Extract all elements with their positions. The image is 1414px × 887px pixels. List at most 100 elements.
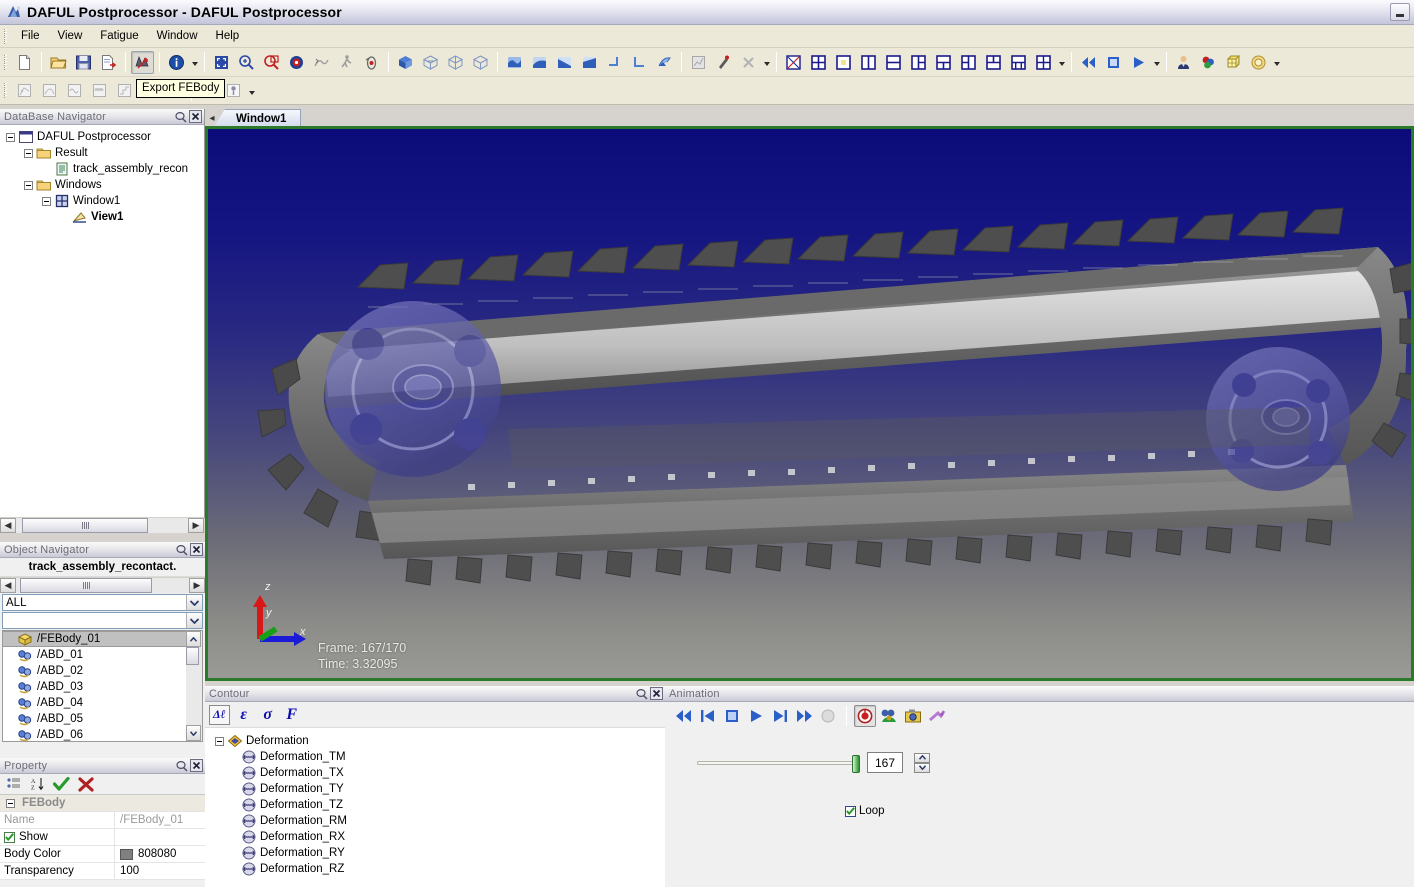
stress-tab[interactable]: σ — [258, 705, 278, 725]
property-group-row[interactable]: FEBody — [0, 795, 205, 812]
chart-marker-icon[interactable] — [222, 79, 245, 102]
deformation-tab[interactable]: Δℓ — [209, 704, 230, 725]
close-button[interactable] — [190, 759, 203, 772]
rotate-center-icon[interactable] — [285, 51, 308, 74]
rewind-to-start-button[interactable] — [673, 705, 695, 727]
restore-window-button[interactable] — [1390, 3, 1410, 21]
view-top-icon[interactable] — [444, 51, 467, 74]
export-febody-icon[interactable] — [131, 50, 154, 74]
object-navigator-hscrollbar[interactable]: ◀ ▶ — [0, 577, 205, 593]
list-item[interactable]: /ABD_06 — [3, 727, 186, 741]
view-left-icon[interactable] — [603, 51, 626, 74]
step-forward-button[interactable] — [769, 705, 791, 727]
tree-node-result[interactable]: Result — [6, 145, 204, 161]
scroll-thumb[interactable] — [22, 518, 148, 533]
capture-movie-button[interactable] — [878, 705, 900, 727]
database-navigator-hscrollbar[interactable]: ◀ ▶ — [0, 517, 204, 533]
orbit-icon[interactable] — [360, 51, 383, 74]
undock-button[interactable] — [635, 687, 648, 700]
view-back-icon[interactable] — [653, 51, 676, 74]
pan-icon[interactable] — [310, 51, 333, 74]
frame-slider-knob[interactable] — [852, 754, 860, 773]
probe-icon[interactable] — [712, 51, 735, 74]
chevron-down-icon[interactable] — [186, 595, 202, 610]
shade-solid-icon[interactable] — [503, 51, 526, 74]
save-disk-icon[interactable] — [72, 51, 95, 74]
menu-window[interactable]: Window — [148, 27, 207, 45]
contour-tree-item[interactable]: Deformation_TM — [215, 749, 665, 765]
frame-slider[interactable] — [697, 754, 860, 773]
layout-2h-icon[interactable] — [882, 51, 905, 74]
erase-icon[interactable] — [737, 51, 760, 74]
chevron-down-icon[interactable] — [1151, 51, 1162, 74]
force-tab[interactable]: F — [282, 705, 302, 725]
undock-button[interactable] — [175, 759, 188, 772]
close-button[interactable] — [650, 687, 663, 700]
undock-button[interactable] — [174, 110, 187, 123]
graph-disabled-icon[interactable] — [687, 51, 710, 74]
open-folder-icon[interactable] — [47, 51, 70, 74]
scroll-thumb[interactable] — [20, 578, 152, 593]
collapse-toggle[interactable] — [24, 148, 33, 158]
step-back-button[interactable] — [697, 705, 719, 727]
scroll-track[interactable] — [186, 647, 202, 725]
zoom-window-icon[interactable] — [260, 51, 283, 74]
layout-3b-icon[interactable] — [982, 51, 1005, 74]
skip-to-end-button[interactable] — [793, 705, 815, 727]
user-icon[interactable] — [1172, 51, 1195, 74]
contour-tree-item[interactable]: Deformation_TY — [215, 781, 665, 797]
plot-icon[interactable] — [782, 51, 805, 74]
stop-button[interactable] — [721, 705, 743, 727]
property-row-transparency[interactable]: Transparency 100 — [0, 862, 205, 880]
contour-tree-root[interactable]: Deformation — [215, 733, 665, 749]
contour-tree-item[interactable]: Deformation_RX — [215, 829, 665, 845]
color-swatch[interactable] — [120, 848, 133, 860]
frame-decrement-button[interactable] — [914, 762, 930, 773]
scroll-down-button[interactable] — [186, 725, 201, 741]
3d-viewport[interactable]: z y x Frame: 167/170 Time: 3.32095 — [205, 126, 1414, 681]
layout-1-icon[interactable] — [832, 51, 855, 74]
scroll-track[interactable] — [16, 578, 189, 593]
fit-view-icon[interactable] — [210, 51, 233, 74]
zoom-in-icon[interactable] — [235, 51, 258, 74]
menu-file[interactable]: File — [12, 27, 49, 45]
menu-view[interactable]: View — [49, 27, 92, 45]
layout-4-icon[interactable] — [807, 51, 830, 74]
property-row-body-color[interactable]: Body Color 808080 — [0, 845, 205, 863]
anim-stop-icon[interactable] — [1102, 51, 1125, 74]
tree-node-view1[interactable]: View1 — [6, 209, 204, 225]
object-filter-combo-2[interactable] — [2, 612, 203, 629]
close-button[interactable] — [190, 543, 203, 556]
list-item[interactable]: /ABD_04 — [3, 695, 186, 711]
chart-step-icon[interactable] — [113, 79, 136, 102]
list-item[interactable]: /ABD_02 — [3, 663, 186, 679]
layout-2v-icon[interactable] — [857, 51, 880, 74]
chart-curve-icon[interactable] — [38, 79, 61, 102]
list-item[interactable]: /FEBody_01 — [3, 631, 186, 647]
export-document-icon[interactable] — [97, 51, 120, 74]
chevron-down-icon[interactable] — [1056, 51, 1067, 74]
layout-3r-icon[interactable] — [957, 51, 980, 74]
tree-node-window1[interactable]: Window1 — [6, 193, 204, 209]
toolbar-grip[interactable] — [2, 82, 9, 99]
list-item[interactable]: /ABD_03 — [3, 679, 186, 695]
list-item[interactable]: /ABD_05 — [3, 711, 186, 727]
tree-node-root[interactable]: DAFUL Postprocessor — [6, 129, 204, 145]
loop-checkbox[interactable] — [845, 805, 856, 817]
property-row-show[interactable]: Show — [0, 828, 205, 846]
scroll-up-button[interactable] — [186, 631, 201, 647]
chevron-down-icon[interactable] — [246, 79, 257, 102]
view-iso-icon[interactable] — [394, 51, 417, 74]
chevron-down-icon[interactable] — [761, 51, 772, 74]
tree-node-windows[interactable]: Windows — [6, 177, 204, 193]
show-checkbox[interactable] — [4, 831, 15, 843]
frame-stepper[interactable] — [914, 752, 930, 773]
frame-input[interactable]: 167 — [867, 752, 903, 773]
collapse-toggle[interactable] — [24, 180, 33, 190]
record-button[interactable] — [854, 705, 876, 727]
anim-play-icon[interactable] — [1127, 51, 1150, 74]
menu-grip[interactable] — [2, 28, 9, 45]
tree-node-result-file[interactable]: track_assembly_recon — [6, 161, 204, 177]
material-icon[interactable] — [1197, 51, 1220, 74]
menu-fatigue[interactable]: Fatigue — [91, 27, 147, 45]
